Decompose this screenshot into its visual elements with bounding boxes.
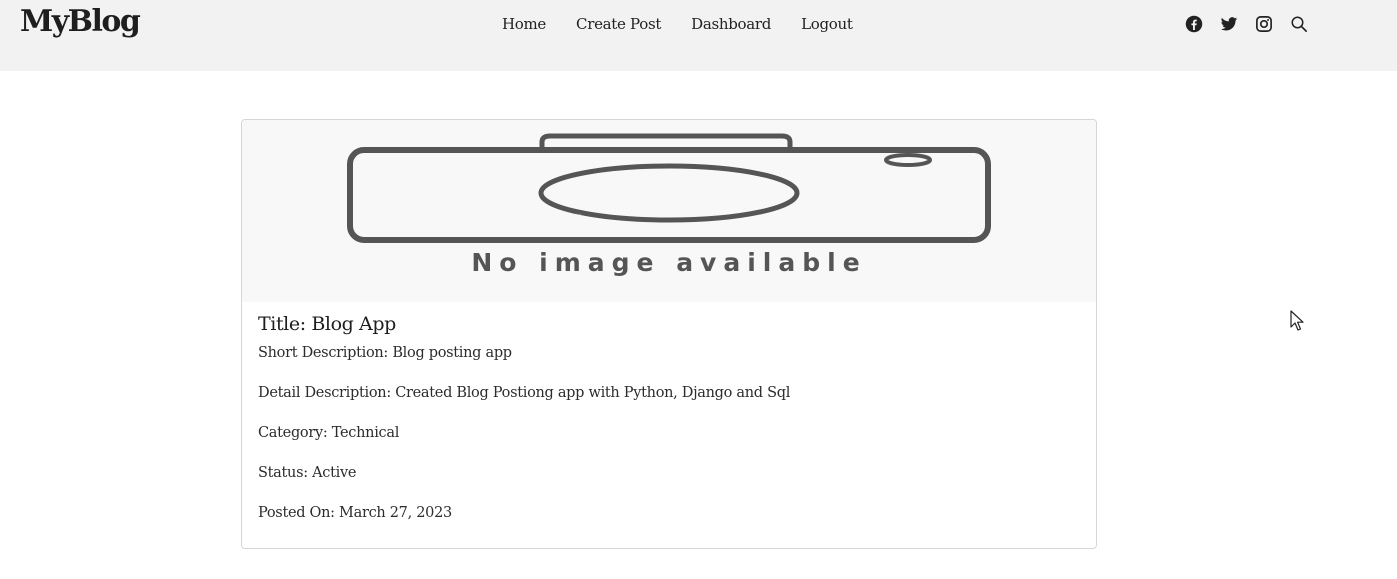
post-title: Title: Blog App [258, 313, 396, 335]
nav-link-create-post[interactable]: Create Post [576, 15, 661, 33]
post-category: Category: Technical [258, 425, 400, 441]
post-card: ... No image available Title: Blog App S… [241, 119, 1097, 549]
twitter-icon[interactable] [1220, 15, 1238, 33]
social-icons [1185, 15, 1308, 33]
mouse-cursor-icon [1290, 310, 1304, 331]
svg-text:...: ... [572, 207, 582, 218]
post-image-placeholder: ... No image available [242, 120, 1096, 302]
nav-link-dashboard[interactable]: Dashboard [691, 15, 771, 33]
camera-icon: ... No image available [347, 133, 991, 277]
post-detail-description: Detail Description: Created Blog Postion… [258, 385, 791, 401]
nav-link-logout[interactable]: Logout [801, 15, 853, 33]
post-status: Status: Active [258, 465, 357, 481]
instagram-icon[interactable] [1255, 15, 1273, 33]
post-short-description: Short Description: Blog posting app [258, 345, 512, 361]
nav-link-home[interactable]: Home [502, 15, 546, 33]
facebook-icon[interactable] [1185, 15, 1203, 33]
brand-logo[interactable]: MyBlog [20, 4, 141, 39]
post-date: Posted On: March 27, 2023 [258, 505, 452, 521]
navbar: MyBlog Home Create Post Dashboard Logout [0, 0, 1397, 71]
nav-links: Home Create Post Dashboard Logout [502, 15, 883, 33]
no-image-text: No image available [471, 248, 866, 277]
post-details: Title: Blog App Short Description: Blog … [258, 313, 1078, 544]
search-icon[interactable] [1290, 15, 1308, 33]
